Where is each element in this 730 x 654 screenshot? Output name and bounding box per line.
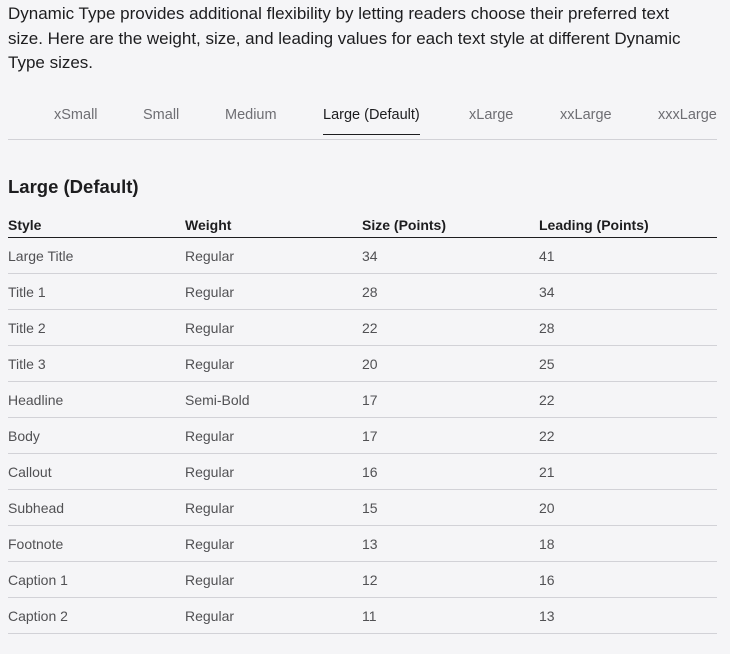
cell-leading: 21 [539,453,717,490]
table-row: Title 1 Regular 28 34 [8,273,717,310]
tab-xsmall[interactable]: xSmall [54,107,98,134]
table-row: Caption 1 Regular 12 16 [8,561,717,598]
cell-size: 11 [362,597,539,634]
table-row: Headline Semi-Bold 17 22 [8,381,717,418]
column-header-size: Size (Points) [362,212,539,238]
cell-weight: Regular [185,309,362,346]
cell-size: 16 [362,453,539,490]
table-row: Body Regular 17 22 [8,417,717,454]
cell-leading: 20 [539,489,717,526]
table-header-row: Style Weight Size (Points) Leading (Poin… [8,212,717,238]
tab-large-default[interactable]: Large (Default) [323,107,420,135]
column-header-style: Style [8,212,185,238]
tab-medium[interactable]: Medium [225,107,277,134]
cell-style: Large Title [8,237,185,274]
text-style-table: Style Weight Size (Points) Leading (Poin… [8,212,717,634]
table-row: Large Title Regular 34 41 [8,237,717,274]
table-row: Caption 2 Regular 11 13 [8,597,717,634]
cell-style: Caption 2 [8,597,185,634]
intro-paragraph: Dynamic Type provides additional flexibi… [8,4,681,72]
table-row: Title 3 Regular 20 25 [8,345,717,382]
table-row: Callout Regular 16 21 [8,453,717,490]
cell-weight: Regular [185,273,362,310]
cell-weight: Regular [185,525,362,562]
cell-leading: 13 [539,597,717,634]
cell-size: 28 [362,273,539,310]
cell-leading: 34 [539,273,717,310]
cell-style: Title 2 [8,309,185,346]
cell-size: 20 [362,345,539,382]
cell-weight: Regular [185,561,362,598]
cell-size: 17 [362,381,539,418]
table-row: Title 2 Regular 22 28 [8,309,717,346]
cell-leading: 28 [539,309,717,346]
cell-style: Title 3 [8,345,185,382]
cell-style: Caption 1 [8,561,185,598]
cell-size: 22 [362,309,539,346]
cell-size: 15 [362,489,539,526]
tab-small[interactable]: Small [143,107,179,134]
column-header-leading: Leading (Points) [539,212,717,238]
cell-weight: Regular [185,345,362,382]
column-header-weight: Weight [185,212,362,238]
tab-xlarge[interactable]: xLarge [469,107,513,134]
cell-style: Subhead [8,489,185,526]
cell-style: Headline [8,381,185,418]
cell-weight: Regular [185,417,362,454]
cell-leading: 22 [539,381,717,418]
cell-style: Callout [8,453,185,490]
cell-size: 34 [362,237,539,274]
cell-leading: 25 [539,345,717,382]
cell-leading: 18 [539,525,717,562]
section-title: Large (Default) [8,176,139,197]
tab-xxxlarge[interactable]: xxxLarge [658,107,717,134]
cell-size: 17 [362,417,539,454]
cell-weight: Regular [185,453,362,490]
cell-leading: 41 [539,237,717,274]
cell-size: 13 [362,525,539,562]
cell-size: 12 [362,561,539,598]
table-row: Footnote Regular 13 18 [8,525,717,562]
cell-weight: Regular [185,237,362,274]
cell-style: Footnote [8,525,185,562]
cell-leading: 16 [539,561,717,598]
table-row: Subhead Regular 15 20 [8,489,717,526]
cell-weight: Semi-Bold [185,381,362,418]
cell-style: Body [8,417,185,454]
cell-leading: 22 [539,417,717,454]
tab-xxlarge[interactable]: xxLarge [560,107,612,134]
cell-style: Title 1 [8,273,185,310]
cell-weight: Regular [185,597,362,634]
size-tabs: xSmall Small Medium Large (Default) xLar… [8,100,717,140]
cell-weight: Regular [185,489,362,526]
